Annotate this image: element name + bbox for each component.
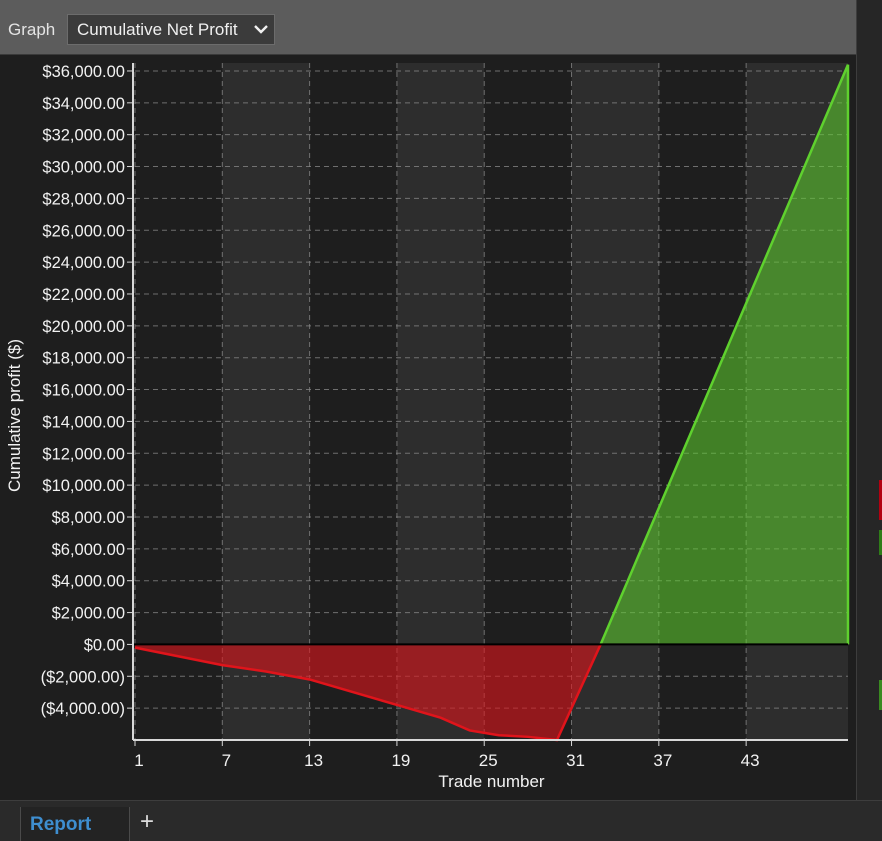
- y-tick-label: $30,000.00: [42, 159, 125, 177]
- graph-toolbar: Graph Cumulative Net Profit: [0, 0, 856, 55]
- bottom-tab-bar: Report +: [0, 800, 882, 841]
- y-tick-label: $10,000.00: [42, 477, 125, 495]
- graph-type-dropdown[interactable]: Cumulative Net Profit: [67, 14, 275, 45]
- chevron-down-icon: [254, 25, 268, 34]
- y-tick-label: $36,000.00: [42, 63, 125, 81]
- cumulative-profit-chart: $36,000.00 $34,000.00 $32,000.00 $30,000.00…: [5, 63, 850, 791]
- x-tick-label: 31: [566, 751, 585, 770]
- y-tick-label: $34,000.00: [42, 95, 125, 113]
- x-tick-label: 1: [134, 751, 143, 770]
- chart-band: [222, 63, 310, 740]
- x-tick-label: 19: [391, 751, 410, 770]
- x-tick-label: 37: [653, 751, 672, 770]
- y-tick-label: $26,000.00: [42, 222, 125, 240]
- chart-band: [396, 63, 485, 740]
- y-tick-label: $4,000.00: [52, 573, 125, 591]
- x-tick-label: 25: [479, 751, 498, 770]
- add-tab-button[interactable]: +: [134, 807, 160, 837]
- negative-area: [135, 644, 601, 740]
- y-tick-label: ($4,000.00): [41, 700, 125, 718]
- x-axis-title: Trade number: [438, 772, 544, 791]
- y-tick-label: $2,000.00: [52, 605, 125, 623]
- graph-label: Graph: [8, 20, 56, 39]
- y-tick-label: $16,000.00: [42, 382, 125, 400]
- y-tick-label: $6,000.00: [52, 541, 125, 559]
- tab-report-label: Report: [30, 814, 92, 835]
- y-tick-label: $32,000.00: [42, 127, 125, 145]
- y-tick-label: $0.00: [84, 636, 125, 654]
- y-tick-label: $14,000.00: [42, 413, 125, 431]
- y-tick-label: $18,000.00: [42, 350, 125, 368]
- tab-report[interactable]: Report: [20, 807, 130, 841]
- y-tick-label: $28,000.00: [42, 190, 125, 208]
- y-tick-label: $22,000.00: [42, 286, 125, 304]
- y-tick-label: $12,000.00: [42, 445, 125, 463]
- right-edge-panel: [856, 0, 882, 800]
- graph-type-selected: Cumulative Net Profit: [77, 20, 238, 39]
- x-tick-label: 43: [741, 751, 760, 770]
- y-tick-label: $8,000.00: [52, 509, 125, 527]
- y-tick-label: ($2,000.00): [41, 668, 125, 686]
- y-tick-label: $24,000.00: [42, 254, 125, 272]
- y-tick-label: $20,000.00: [42, 318, 125, 336]
- y-axis-title: Cumulative profit ($): [5, 339, 24, 492]
- chart-panel: $36,000.00 $34,000.00 $32,000.00 $30,000.00…: [0, 55, 856, 797]
- x-tick-label: 7: [222, 751, 231, 770]
- x-tick-label: 13: [304, 751, 323, 770]
